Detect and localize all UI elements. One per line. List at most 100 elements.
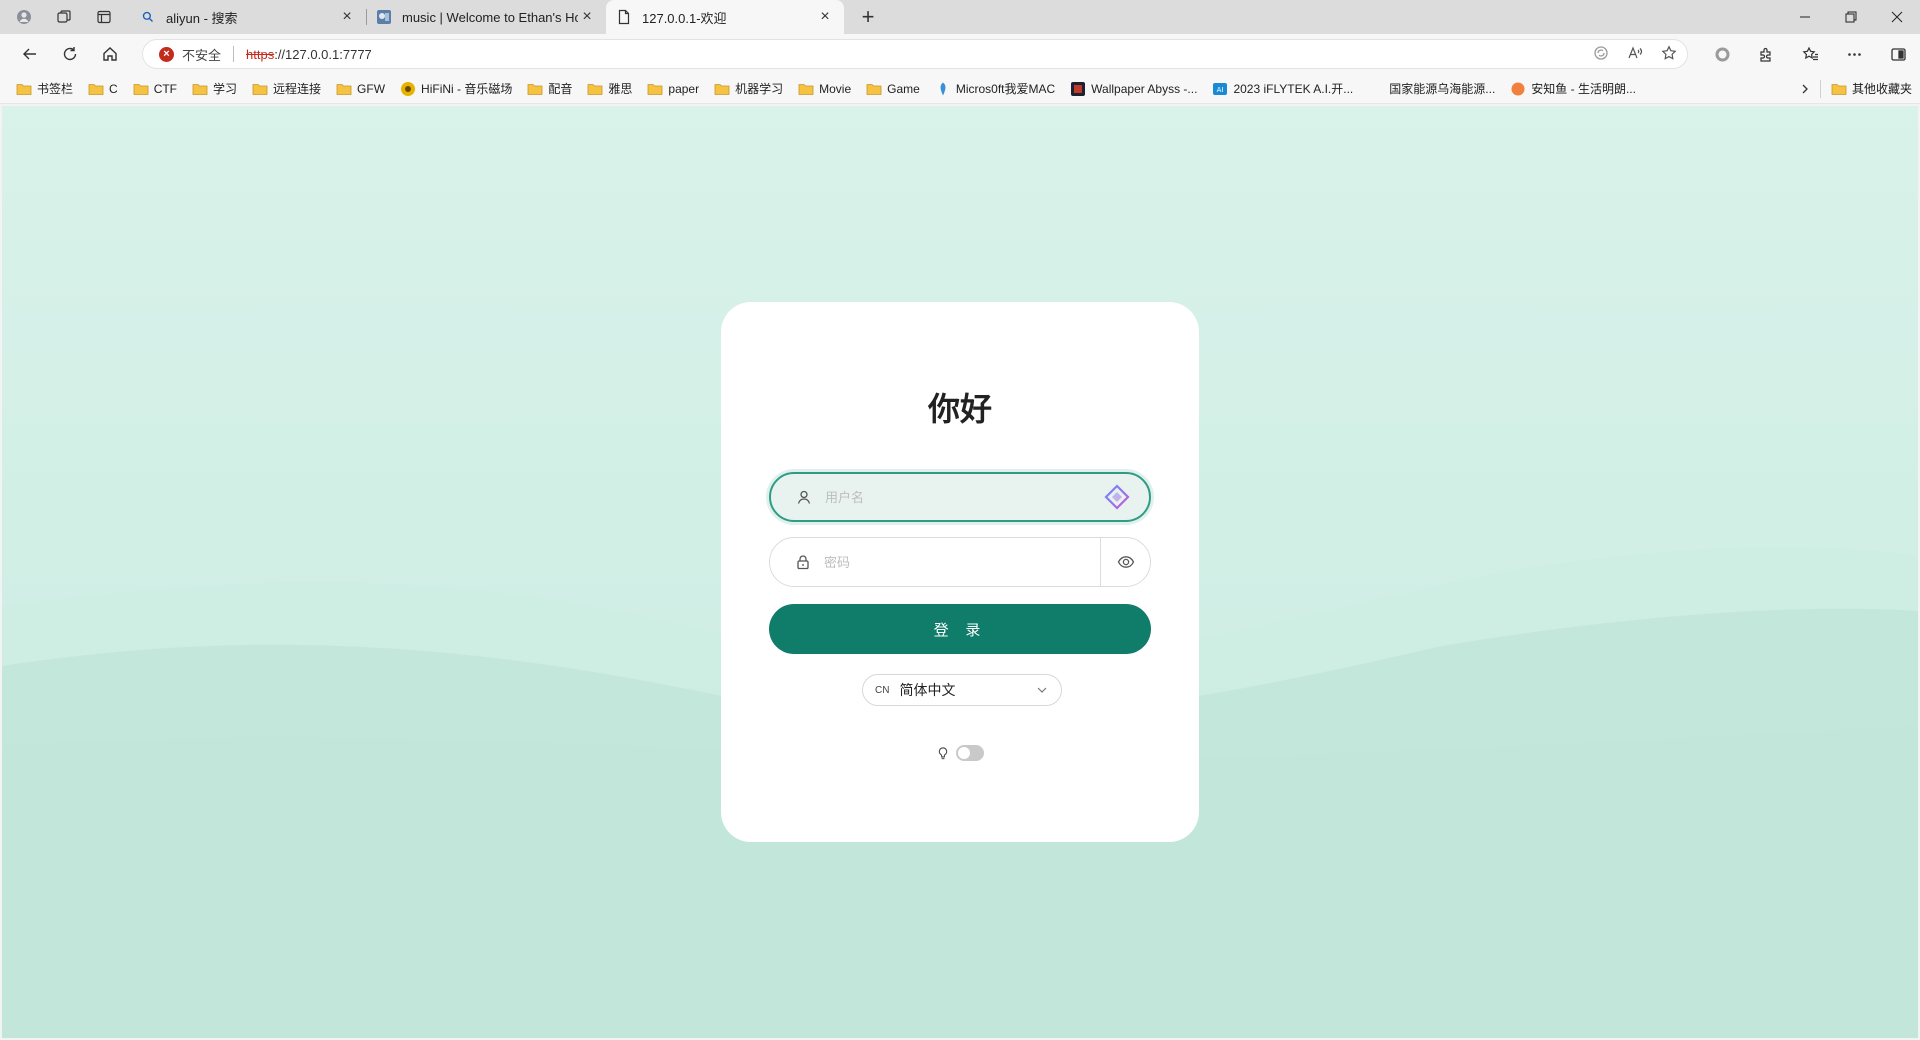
show-password-eye-icon[interactable] bbox=[1100, 538, 1150, 586]
bookmark-item[interactable]: 配音 bbox=[521, 76, 578, 102]
greeting-title: 你好 bbox=[927, 390, 992, 428]
bookmark-label: 国家能源乌海能源... bbox=[1389, 82, 1496, 96]
tab-title: aliyun - 搜索 bbox=[166, 10, 238, 26]
favorites-icon[interactable] bbox=[1788, 38, 1832, 70]
bookmark-item[interactable]: 雅思 bbox=[581, 76, 638, 102]
translate-icon[interactable] bbox=[1593, 45, 1609, 64]
omnibox-divider bbox=[233, 46, 235, 62]
sidebar-toggle-icon[interactable] bbox=[1876, 38, 1920, 70]
favorite-star-icon[interactable] bbox=[1661, 44, 1677, 64]
tab-music[interactable]: music | Welcome to Ethan's Home × bbox=[366, 0, 606, 34]
lock-icon bbox=[792, 551, 814, 573]
language-select[interactable]: CN 简体中文 bbox=[862, 674, 1062, 706]
bookmark-item[interactable]: CTF bbox=[127, 76, 183, 102]
bookmark-item[interactable]: C bbox=[82, 76, 124, 102]
fish-icon bbox=[1510, 81, 1526, 97]
other-bookmarks-label: 其他收藏夹 bbox=[1851, 82, 1912, 96]
tab-title: music | Welcome to Ethan's Home bbox=[402, 9, 578, 25]
password-manager-icon[interactable] bbox=[1103, 483, 1131, 511]
theme-toggle-row bbox=[721, 745, 1199, 761]
extensions-icon[interactable] bbox=[1744, 38, 1788, 70]
workspaces-icon[interactable] bbox=[46, 2, 82, 32]
refresh-button[interactable] bbox=[50, 38, 90, 70]
bookmark-item[interactable]: 国家能源乌海能源... bbox=[1362, 76, 1501, 102]
folder-icon bbox=[587, 81, 603, 97]
bookmark-label: 学习 bbox=[213, 82, 238, 96]
iflytek-icon: AI bbox=[1212, 81, 1228, 97]
read-aloud-icon[interactable] bbox=[1627, 45, 1643, 64]
bookmark-item[interactable]: Wallpaper Abyss -... bbox=[1064, 76, 1203, 102]
extension-record-icon[interactable] bbox=[1700, 38, 1744, 70]
security-label[interactable]: 不安全 bbox=[182, 45, 221, 64]
bookmark-item[interactable]: 远程连接 bbox=[246, 76, 327, 102]
lightbulb-icon bbox=[936, 745, 950, 761]
bookmark-item[interactable]: AI 2023 iFLYTEK A.I.开... bbox=[1206, 76, 1359, 102]
back-button[interactable] bbox=[10, 38, 50, 70]
bookmark-item[interactable]: Game bbox=[860, 76, 926, 102]
login-page: 你好 登 录 CN 简体中文 bbox=[2, 106, 1918, 1038]
tab-aliyun-search[interactable]: aliyun - 搜索 × bbox=[130, 0, 366, 34]
address-bar[interactable]: × 不安全 https ://127.0.0.1:7777 bbox=[142, 39, 1688, 69]
password-field[interactable] bbox=[769, 537, 1151, 587]
home-button[interactable] bbox=[90, 38, 130, 70]
username-field[interactable] bbox=[769, 472, 1151, 522]
folder-icon bbox=[192, 81, 208, 97]
other-bookmarks[interactable]: 其他收藏夹 bbox=[1819, 79, 1920, 98]
url-host: ://127.0.0.1:7777 bbox=[274, 46, 372, 62]
folder-icon bbox=[1831, 81, 1847, 97]
bookmark-item[interactable]: 学习 bbox=[186, 76, 243, 102]
tab-localhost-welcome[interactable]: 127.0.0.1-欢迎 × bbox=[606, 0, 844, 34]
bookmark-item[interactable]: 安知鱼 - 生活明朗... bbox=[1504, 76, 1642, 102]
bookmark-item[interactable]: Movie bbox=[792, 76, 857, 102]
user-icon bbox=[793, 486, 815, 508]
folder-icon bbox=[336, 81, 352, 97]
bookmark-item[interactable]: paper bbox=[641, 76, 705, 102]
tab-actions-icon[interactable] bbox=[86, 2, 122, 32]
svg-text:AI: AI bbox=[1217, 86, 1224, 94]
bookmark-label: HiFiNi - 音乐磁场 bbox=[421, 82, 513, 96]
bookmark-label: Wallpaper Abyss -... bbox=[1091, 81, 1198, 96]
close-tab-icon[interactable]: × bbox=[578, 8, 596, 26]
folder-icon bbox=[88, 81, 104, 97]
page-icon bbox=[616, 9, 632, 25]
new-tab-button[interactable]: + bbox=[850, 2, 886, 32]
folder-icon bbox=[798, 81, 814, 97]
bookmark-label: C bbox=[109, 81, 118, 96]
close-tab-icon[interactable]: × bbox=[816, 8, 834, 26]
not-secure-icon[interactable]: × bbox=[159, 46, 174, 62]
close-window-button[interactable] bbox=[1874, 0, 1920, 34]
browser-toolbar: × 不安全 https ://127.0.0.1:7777 bbox=[0, 34, 1920, 74]
bookmark-item[interactable]: HiFiNi - 音乐磁场 bbox=[394, 76, 518, 102]
folder-icon bbox=[252, 81, 268, 97]
login-button[interactable]: 登 录 bbox=[769, 604, 1151, 654]
folder-icon bbox=[647, 81, 663, 97]
dark-mode-toggle[interactable] bbox=[956, 745, 984, 761]
bookmark-label: Game bbox=[887, 81, 920, 96]
bookmark-item[interactable]: 机器学习 bbox=[708, 76, 789, 102]
minimize-button[interactable] bbox=[1782, 0, 1828, 34]
password-input[interactable] bbox=[824, 554, 1100, 570]
hifini-icon bbox=[400, 81, 416, 97]
energy-icon bbox=[1368, 81, 1384, 97]
folder-icon bbox=[133, 81, 149, 97]
bookmark-label: Micros0ft我爱MAC bbox=[955, 82, 1056, 96]
folder-icon bbox=[714, 81, 730, 97]
bookmark-label: 机器学习 bbox=[735, 82, 784, 96]
bookmark-item[interactable]: GFW bbox=[330, 76, 391, 102]
bookmark-item[interactable]: 书签栏 bbox=[10, 76, 79, 102]
folder-icon bbox=[527, 81, 543, 97]
language-value: 简体中文 bbox=[899, 683, 956, 699]
chevron-down-icon bbox=[1035, 683, 1049, 697]
more-menu-icon[interactable] bbox=[1832, 38, 1876, 70]
language-code: CN bbox=[875, 684, 890, 696]
bookmark-item[interactable]: Micros0ft我爱MAC bbox=[929, 76, 1061, 102]
bookmarks-bar: 书签栏 C CTF 学习 远程连接 GFW HiFiNi - 音乐磁场 配音 雅… bbox=[0, 74, 1920, 104]
profile-avatar-icon[interactable] bbox=[6, 2, 42, 32]
site-favicon-icon bbox=[376, 9, 392, 25]
restore-button[interactable] bbox=[1828, 0, 1874, 34]
chevron-right-icon[interactable] bbox=[1790, 76, 1820, 102]
username-input[interactable] bbox=[825, 489, 1103, 505]
login-card: 你好 登 录 CN 简体中文 bbox=[721, 302, 1199, 842]
close-tab-icon[interactable]: × bbox=[338, 8, 356, 26]
bookmark-label: GFW bbox=[357, 81, 386, 96]
